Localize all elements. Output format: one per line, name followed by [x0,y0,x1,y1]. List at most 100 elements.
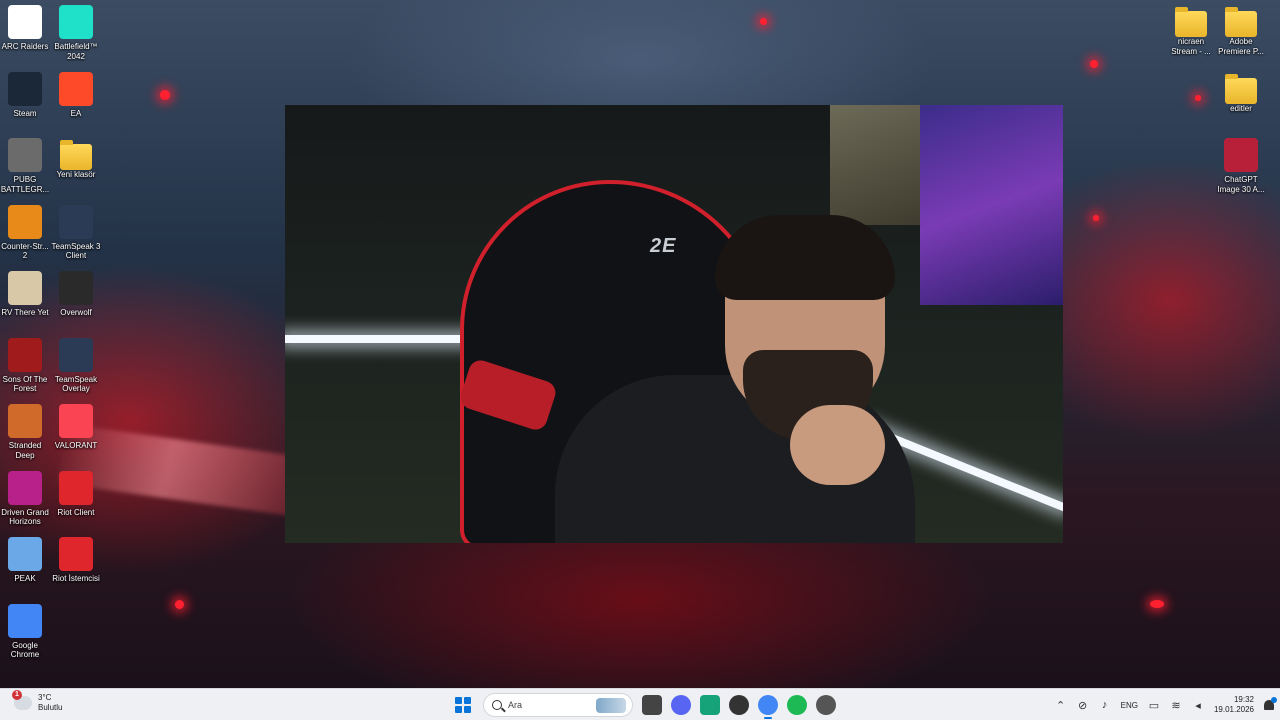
ea-icon [59,71,93,106]
clock-time: 19:32 [1233,695,1254,704]
desktop-shortcut[interactable]: Overwolf [50,271,102,318]
app-dark-icon[interactable] [729,695,749,715]
peak-icon [8,537,42,571]
desktop-shortcut-label: EA [70,108,82,118]
folder-icon [1225,74,1257,104]
desktop-shortcut-label: Riot Client [57,507,95,517]
desktop-shortcut[interactable]: TeamSpeak Overlay [50,337,102,394]
taskbar: 1 3°C Bulutlu Ara ⌃ ⊘ ♪ ENG ▭ ≋ ◂ 19:32 … [0,688,1280,720]
image-file-icon [1224,138,1258,172]
desktop-shortcut[interactable]: Adobe Premiere P... [1215,5,1267,56]
app-green-icon[interactable] [700,695,720,715]
weather-condition: Bulutlu [38,703,63,712]
desktop-shortcut-label: Yeni klasör [56,170,96,179]
wall-poster [920,105,1063,305]
desktop-shortcut-label: TeamSpeak 3 Client [51,241,101,261]
desktop-shortcut[interactable]: editler [1215,72,1267,114]
desktop-shortcut-label: Riot İstemcisi [52,574,100,583]
system-tray: ⌃ ⊘ ♪ ENG ▭ ≋ ◂ 19:32 19.01.2026 [1055,692,1277,718]
taskbar-search[interactable]: Ara [483,693,633,717]
desktop-shortcut[interactable]: VALORANT [50,404,102,451]
wallpaper-ember [160,90,170,100]
wallpaper-ember [760,18,767,25]
sons-of-the-forest-icon [8,337,42,372]
spotify-icon[interactable] [787,695,807,715]
weather-temp: 3°C [38,693,52,702]
desktop-shortcut[interactable]: Battlefield™ 2042 [50,5,102,61]
person-hair [715,215,895,300]
webcam-window[interactable]: 2E [285,105,1063,543]
desktop-shortcut[interactable]: Counter-Str... 2 [0,204,51,261]
steam-icon [8,71,42,106]
desktop-shortcut-label: editler [1230,104,1252,113]
desktop-shortcut-label: Battlefield™ 2042 [54,42,98,61]
stranded-deep-icon [8,404,42,438]
microphone-icon[interactable]: ♪ [1099,699,1111,711]
valorant-icon [59,404,93,438]
windows-logo-icon [455,697,463,705]
volume-icon[interactable]: ◂ [1192,699,1204,712]
desktop-shortcut-label: TeamSpeak Overlay [54,374,98,394]
start-button[interactable] [452,694,474,716]
desktop-shortcut[interactable]: TeamSpeak 3 Client [50,204,102,261]
clock-date: 19.01.2026 [1213,705,1254,714]
teamspeak-icon [59,204,93,239]
desktop-shortcut[interactable]: Riot İstemcisi [50,537,102,584]
rv-there-yet-icon [8,271,42,305]
desktop-shortcut[interactable]: Stranded Deep [0,404,51,460]
desktop-shortcut[interactable]: PEAK [0,537,51,584]
wall-poster [830,105,920,225]
desktop-shortcut[interactable]: ChatGPT Image 30 A... [1215,138,1267,194]
chrome-icon[interactable] [758,695,778,719]
chrome-icon [8,603,42,638]
desktop-shortcut[interactable]: Riot Client [50,470,102,518]
pubg-icon [8,138,42,172]
desktop-shortcut-label: Adobe Premiere P... [1218,37,1264,56]
wifi-icon[interactable]: ≋ [1170,699,1182,712]
file-explorer-icon[interactable] [642,695,662,715]
folder-icon [1175,7,1207,37]
monitor-icon[interactable]: ▭ [1148,699,1160,712]
app-gear-icon[interactable] [816,695,836,715]
desktop-shortcut-label: VALORANT [54,441,98,450]
search-icon [492,700,502,710]
taskbar-center: Ara [452,692,836,719]
search-highlight-image [596,698,626,713]
desktop-shortcut[interactable]: Steam [0,71,51,119]
desktop-shortcut[interactable]: Sons Of The Forest [0,337,51,394]
wallpaper-ember [1093,215,1099,221]
notification-bell-icon[interactable] [1264,697,1277,710]
teamspeak-overlay-icon [59,337,93,372]
counter-strike-icon [8,204,42,239]
driven-grand-horizons-icon [8,470,42,505]
overwolf-icon [59,271,93,305]
person-hand [790,405,885,485]
network-off-icon[interactable]: ⊘ [1077,699,1089,712]
riot-istemcisi-icon [59,537,93,571]
desktop-shortcut-label: Overwolf [60,308,92,317]
folder-icon [60,140,92,170]
desktop-shortcut-label: Google Chrome [10,640,40,660]
clock[interactable]: 19:32 19.01.2026 [1214,695,1254,715]
wallpaper-ember [1195,95,1201,101]
desktop-shortcut[interactable]: Yeni klasör [50,138,102,180]
folder-icon [1225,7,1257,37]
language-indicator[interactable]: ENG [1121,701,1138,710]
discord-icon[interactable] [671,695,691,715]
desktop-shortcut[interactable]: EA [50,71,102,119]
pinned-apps [642,695,836,719]
chevron-up-icon[interactable]: ⌃ [1055,699,1067,712]
weather-widget[interactable]: 1 3°C Bulutlu [12,690,63,713]
desktop-shortcut[interactable]: ARC Raiders [0,5,51,52]
riot-client-icon [59,470,93,505]
wallpaper-ember [1090,60,1098,68]
wallpaper-ember [175,600,184,609]
desktop-shortcut-label: ChatGPT Image 30 A... [1217,175,1265,194]
cloud-icon: 1 [12,690,32,710]
wallpaper-ember [1150,600,1164,608]
desktop-shortcut[interactable]: nicraen Stream - ... [1165,5,1217,56]
desktop-shortcut[interactable]: Google Chrome [0,603,51,660]
desktop-shortcut[interactable]: RV There Yet [0,271,51,318]
desktop-shortcut[interactable]: PUBG BATTLEGR... [0,138,51,194]
desktop-shortcut[interactable]: Driven Grand Horizons [0,470,51,527]
